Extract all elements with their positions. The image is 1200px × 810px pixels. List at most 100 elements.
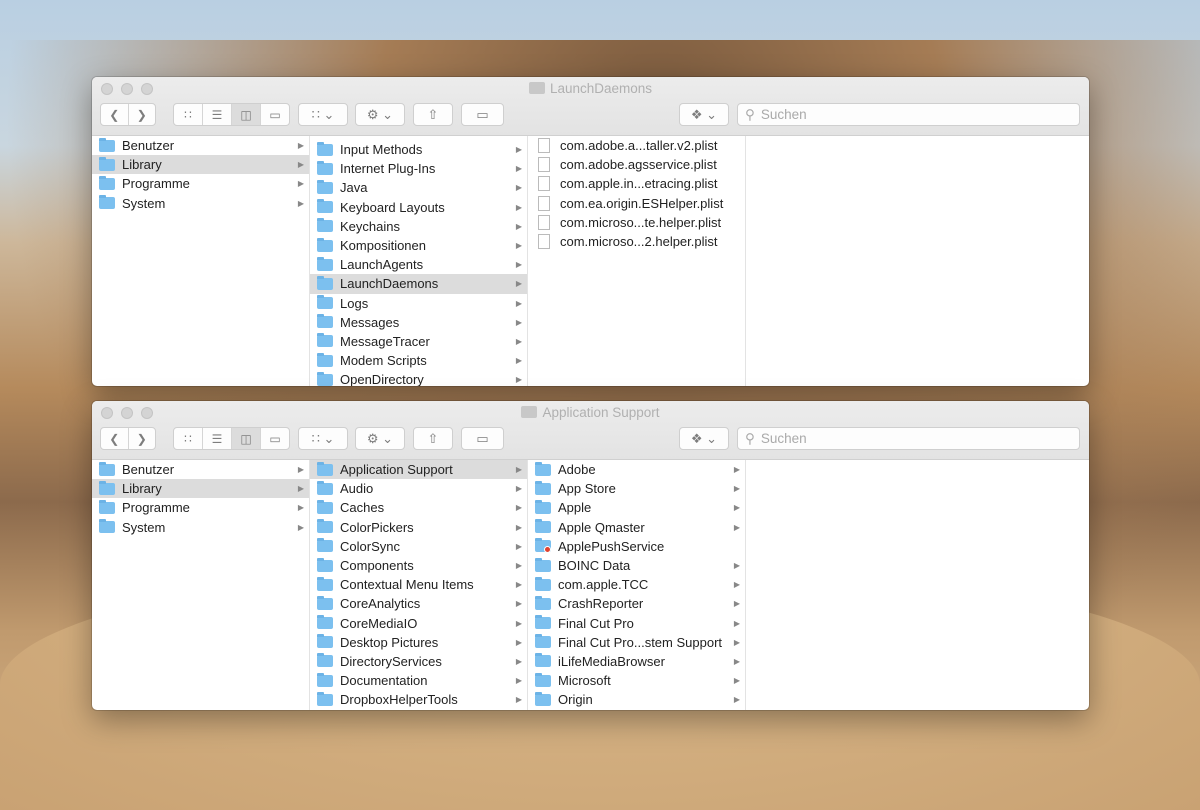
folder-icon (317, 557, 333, 572)
empty-column (746, 460, 1089, 710)
folder-item[interactable]: Keyboard Layouts ▶ (310, 198, 527, 217)
column-view-button[interactable]: ◫ (232, 428, 261, 449)
group-by-button[interactable]: ∷ ⌄ (298, 103, 348, 126)
folder-item[interactable]: Keychains ▶ (310, 217, 527, 236)
tags-button[interactable]: ▭ (461, 427, 504, 450)
chevron-right-icon: ▶ (733, 676, 740, 686)
item-label: App Store (558, 481, 616, 497)
folder-icon (317, 499, 333, 514)
sidebar-item[interactable]: Programme ▶ (92, 498, 309, 517)
folder-item[interactable]: MessageTracer ▶ (310, 332, 527, 351)
tags-button[interactable]: ▭ (461, 103, 504, 126)
chevron-right-icon: ▶ (733, 618, 740, 628)
dropbox-button[interactable]: ❖ ⌄ (679, 103, 729, 126)
folder-item[interactable]: Input Methods ▶ (310, 140, 527, 159)
action-button[interactable]: ⚙ ⌄ (355, 427, 405, 450)
column-browser: Benutzer ▶ Library ▶ Programme ▶ System ▶ Applic… (92, 460, 1089, 710)
share-button[interactable]: ⇧ (413, 103, 453, 126)
icon-view-button[interactable]: ∷ (174, 104, 203, 125)
folder-item[interactable]: Java ▶ (310, 178, 527, 197)
chevron-right-icon: ▶ (297, 465, 304, 475)
folder-icon (317, 141, 333, 156)
folder-item[interactable]: App Store ▶ (528, 479, 745, 498)
folder-item[interactable]: BOINC Data ▶ (528, 556, 745, 575)
folder-item[interactable]: Contextual Menu Items ▶ (310, 575, 527, 594)
gallery-view-button[interactable]: ▭ (261, 428, 289, 449)
folder-icon (317, 333, 333, 348)
gallery-view-button[interactable]: ▭ (261, 104, 289, 125)
item-label: com.apple.in...etracing.plist (560, 176, 718, 192)
file-item[interactable]: com.apple.in...etracing.plist (528, 174, 745, 193)
folder-item[interactable]: CoreAnalytics ▶ (310, 594, 527, 613)
item-label: com.adobe.agsservice.plist (560, 157, 717, 173)
file-item[interactable]: com.microso...te.helper.plist (528, 213, 745, 232)
folder-item[interactable]: Origin ▶ (528, 690, 745, 709)
sidebar-item[interactable]: System ▶ (92, 194, 309, 213)
item-label: com.ea.origin.ESHelper.plist (560, 195, 724, 211)
file-item[interactable]: com.adobe.agsservice.plist (528, 155, 745, 174)
sidebar-item[interactable]: System ▶ (92, 518, 309, 537)
action-button[interactable]: ⚙ ⌄ (355, 103, 405, 126)
folder-item[interactable]: Internet Plug-Ins ▶ (310, 159, 527, 178)
folder-item[interactable]: Modem Scripts ▶ (310, 351, 527, 370)
folder-item[interactable]: LaunchDaemons ▶ (310, 274, 527, 294)
folder-item[interactable]: CoreMediaIO ▶ (310, 614, 527, 633)
restricted-badge-icon (544, 546, 551, 554)
folder-item[interactable]: Desktop Pictures ▶ (310, 633, 527, 652)
folder-item[interactable]: DropboxHelperTools ▶ (310, 690, 527, 709)
list-view-button[interactable]: ☰ (203, 428, 232, 449)
item-label: Programme (122, 500, 190, 516)
folder-icon (317, 352, 333, 367)
folder-item[interactable]: Final Cut Pro...stem Support ▶ (528, 633, 745, 652)
folder-item[interactable]: ColorSync ▶ (310, 537, 527, 556)
folder-item[interactable]: Documentation ▶ (310, 671, 527, 690)
nav-buttons: ❮ ❯ (100, 103, 156, 126)
folder-item[interactable]: Kompositionen ▶ (310, 236, 527, 255)
folder-item[interactable]: ColorPickers ▶ (310, 518, 527, 537)
folder-item[interactable]: Apple ▶ (528, 498, 745, 517)
folder-item[interactable]: Apple Qmaster ▶ (528, 518, 745, 537)
search-input[interactable]: ⚲ Suchen (737, 103, 1080, 126)
column-view-button[interactable]: ◫ (232, 104, 261, 125)
sidebar-item[interactable]: Benutzer ▶ (92, 460, 309, 479)
folder-item[interactable]: OpenDirectory ▶ (310, 370, 527, 386)
folder-item[interactable]: Components ▶ (310, 556, 527, 575)
sidebar-item[interactable]: Benutzer ▶ (92, 136, 309, 155)
folder-item[interactable]: ApplePushService (528, 537, 745, 556)
folder-item[interactable]: CrashReporter ▶ (528, 594, 745, 613)
item-label: CoreAnalytics (340, 596, 421, 612)
folder-item[interactable]: Audio ▶ (310, 479, 527, 498)
folder-item[interactable]: com.apple.TCC ▶ (528, 575, 745, 594)
folder-item[interactable]: Final Cut Pro ▶ (528, 614, 745, 633)
folder-item[interactable]: Messages ▶ (310, 313, 527, 332)
column-2: com.adobe.a...taller.v2.plist com.adobe.a… (528, 136, 746, 386)
folder-item[interactable]: Microsoft ▶ (528, 671, 745, 690)
back-button[interactable]: ❮ (101, 104, 129, 125)
folder-item[interactable]: DirectoryServices ▶ (310, 652, 527, 671)
group-by-button[interactable]: ∷ ⌄ (298, 427, 348, 450)
file-item[interactable]: com.microso...2.helper.plist (528, 232, 745, 251)
folder-item[interactable]: Application Support ▶ (310, 460, 527, 480)
document-icon (538, 138, 550, 154)
folder-item[interactable]: LaunchAgents ▶ (310, 255, 527, 274)
sidebar-item[interactable]: Library ▶ (92, 479, 309, 499)
folder-item[interactable]: Logs ▶ (310, 294, 527, 313)
file-item[interactable]: com.adobe.a...taller.v2.plist (528, 136, 745, 155)
item-label: Messages (340, 314, 400, 330)
chevron-right-icon: ▶ (515, 221, 522, 231)
back-button[interactable]: ❮ (101, 428, 129, 449)
search-input[interactable]: ⚲ Suchen (737, 427, 1080, 450)
sidebar-item[interactable]: Library ▶ (92, 155, 309, 175)
list-view-button[interactable]: ☰ (203, 104, 232, 125)
chevron-right-icon: ▶ (515, 695, 522, 705)
icon-view-button[interactable]: ∷ (174, 428, 203, 449)
dropbox-button[interactable]: ❖ ⌄ (679, 427, 729, 450)
file-item[interactable]: com.ea.origin.ESHelper.plist (528, 194, 745, 213)
forward-button[interactable]: ❯ (129, 104, 156, 125)
folder-item[interactable]: Caches ▶ (310, 498, 527, 517)
forward-button[interactable]: ❯ (129, 428, 156, 449)
sidebar-item[interactable]: Programme ▶ (92, 174, 309, 193)
folder-item[interactable]: Adobe ▶ (528, 460, 745, 479)
folder-item[interactable]: iLifeMediaBrowser ▶ (528, 652, 745, 671)
share-button[interactable]: ⇧ (413, 427, 453, 450)
